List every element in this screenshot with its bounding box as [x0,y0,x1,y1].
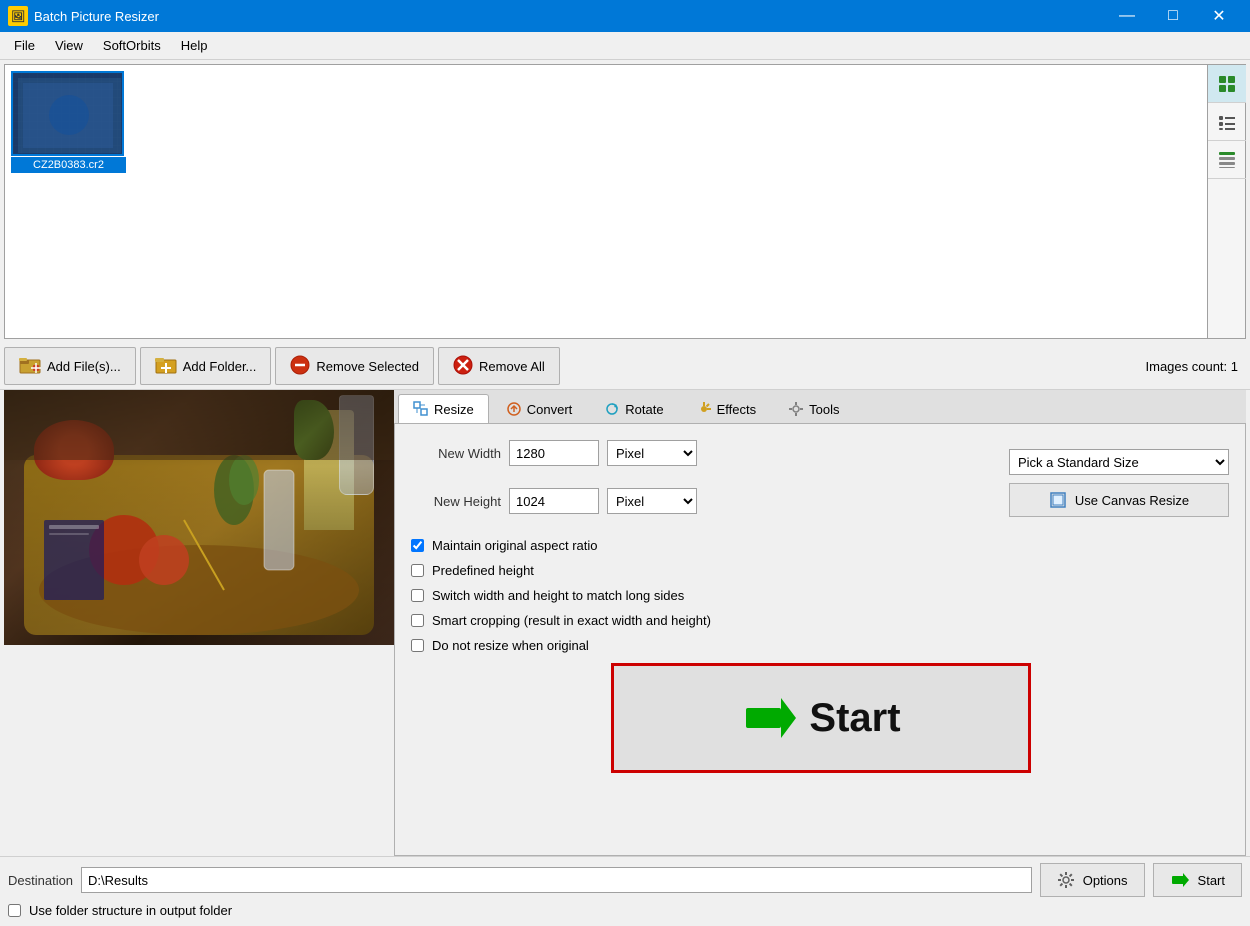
minimize-button[interactable]: — [1104,0,1150,32]
tab-bar: Resize Convert Rotate [394,390,1246,424]
canvas-resize-button[interactable]: Use Canvas Resize [1009,483,1229,517]
main-area: CZ2B0383.cr2 [0,60,1250,926]
list-view-btn[interactable] [1208,103,1246,141]
no-resize-row: Do not resize when original [411,638,1229,653]
remove-selected-icon [290,355,310,378]
image-grid: CZ2B0383.cr2 [4,64,1208,339]
menu-help[interactable]: Help [171,34,218,57]
folder-structure-checkbox[interactable] [8,904,21,917]
remove-selected-label: Remove Selected [316,359,419,374]
predefined-height-label: Predefined height [432,563,534,578]
maintain-aspect-label: Maintain original aspect ratio [432,538,597,553]
remove-selected-button[interactable]: Remove Selected [275,347,434,385]
smart-cropping-checkbox[interactable] [411,614,424,627]
thumbnail-label: CZ2B0383.cr2 [11,157,126,173]
menu-file[interactable]: File [4,34,45,57]
options-button[interactable]: Options [1040,863,1145,897]
maximize-button[interactable]: □ [1150,0,1196,32]
folder-structure-row: Use folder structure in output folder [0,903,1250,926]
tab-tools[interactable]: Tools [773,394,854,423]
options-gear-icon [1057,871,1075,889]
add-folder-label: Add Folder... [183,359,257,374]
thumbnail-view-btn[interactable] [1208,65,1246,103]
tab-convert-label: Convert [527,402,573,417]
images-count: Images count: 1 [1146,359,1247,374]
tab-resize-label: Resize [434,402,474,417]
height-row: New Height Pixel Percent cm inch [411,488,697,514]
add-files-icon [19,356,41,377]
switch-width-height-label: Switch width and height to match long si… [432,588,684,603]
start-arrow-icon [741,688,801,748]
thumbnail-item[interactable]: CZ2B0383.cr2 [11,71,126,173]
add-files-button[interactable]: Add File(s)... [4,347,136,385]
standard-size-select[interactable]: Pick a Standard Size [1009,449,1229,475]
remove-all-label: Remove All [479,359,545,374]
no-resize-label: Do not resize when original [432,638,589,653]
height-unit-select[interactable]: Pixel Percent cm inch [607,488,697,514]
tab-rotate-label: Rotate [625,402,663,417]
image-files-row: CZ2B0383.cr2 [4,64,1246,339]
add-folder-button[interactable]: Add Folder... [140,347,272,385]
canvas-resize-label: Use Canvas Resize [1075,493,1189,508]
tab-effects[interactable]: Effects [681,394,772,423]
destination-label: Destination [8,873,73,888]
view-controls [1208,64,1246,339]
width-label: New Width [411,446,501,461]
remove-all-icon [453,355,473,378]
canvas-resize-icon [1049,491,1067,509]
smart-cropping-label: Smart cropping (result in exact width an… [432,613,711,628]
tab-tools-label: Tools [809,402,839,417]
resize-tab-icon [413,401,429,417]
start-button-small[interactable]: Start [1153,863,1242,897]
no-resize-checkbox[interactable] [411,639,424,652]
remove-all-button[interactable]: Remove All [438,347,560,385]
maintain-aspect-checkbox[interactable] [411,539,424,552]
folder-structure-label: Use folder structure in output folder [29,903,232,918]
details-view-btn[interactable] [1208,141,1246,179]
tab-effects-label: Effects [717,402,757,417]
width-input[interactable] [509,440,599,466]
switch-width-height-checkbox[interactable] [411,589,424,602]
width-row: New Width Pixel Percent cm inch [411,440,697,466]
window-controls: — □ ✕ [1104,0,1242,32]
preview-image [4,390,394,645]
menu-view[interactable]: View [45,34,93,57]
start-button-large[interactable]: Start [611,663,1031,773]
predefined-height-row: Predefined height [411,563,1229,578]
width-unit-select[interactable]: Pixel Percent cm inch [607,440,697,466]
start-label-small: Start [1198,873,1225,888]
start-arrow-small-icon [1170,871,1190,889]
smart-cropping-row: Smart cropping (result in exact width an… [411,613,1229,628]
thumbnail-image [11,71,124,156]
destination-input[interactable] [81,867,1032,893]
predefined-height-checkbox[interactable] [411,564,424,577]
tab-convert[interactable]: Convert [491,394,588,423]
close-button[interactable]: ✕ [1196,0,1242,32]
toolbar: Add File(s)... Add Folder... Remove [0,343,1250,390]
tools-tab-icon [788,401,804,417]
settings-panel: Resize Convert Rotate [4,390,1246,856]
effects-tab-icon [696,401,712,417]
maintain-aspect-row: Maintain original aspect ratio [411,538,1229,553]
tab-resize[interactable]: Resize [398,394,489,423]
height-input[interactable] [509,488,599,514]
menu-bar: File View SoftOrbits Help [0,32,1250,60]
destination-row: Destination Options Start [0,856,1250,903]
rotate-tab-icon [604,401,620,417]
settings-tabs-area: Resize Convert Rotate [394,390,1246,856]
menu-softorbits[interactable]: SoftOrbits [93,34,171,57]
convert-tab-icon [506,401,522,417]
add-folder-icon [155,356,177,377]
app-title: Batch Picture Resizer [34,9,1104,24]
app-icon: 🖼 [8,6,28,26]
options-label: Options [1083,873,1128,888]
title-bar: 🖼 Batch Picture Resizer — □ ✕ [0,0,1250,32]
tab-rotate[interactable]: Rotate [589,394,678,423]
start-label-large: Start [809,696,900,741]
tab-content-resize: New Width Pixel Percent cm inch New Heig… [394,424,1246,856]
add-files-label: Add File(s)... [47,359,121,374]
switch-width-height-row: Switch width and height to match long si… [411,588,1229,603]
height-label: New Height [411,494,501,509]
